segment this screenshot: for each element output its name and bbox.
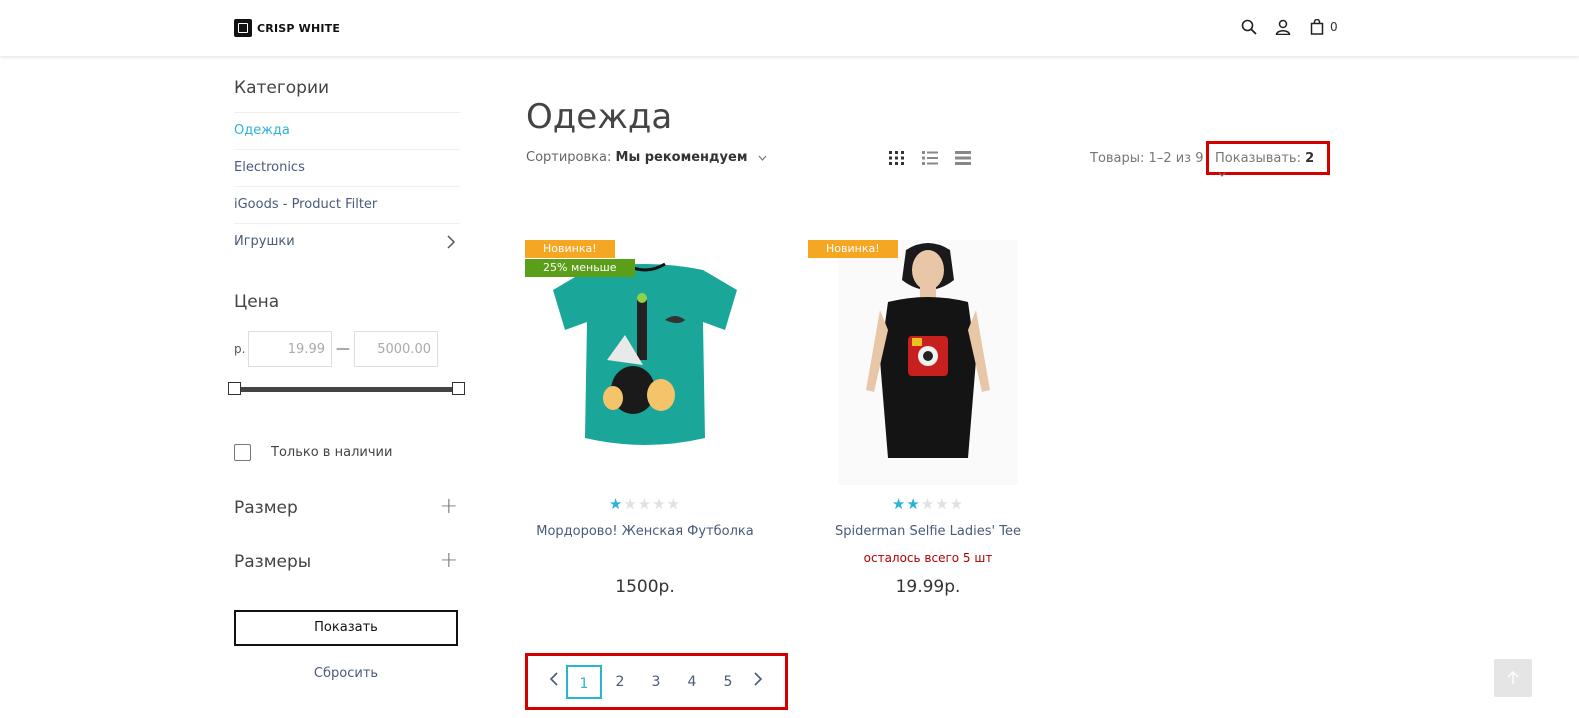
in-stock-checkbox[interactable] (234, 444, 251, 461)
in-stock-label: Только в наличии (271, 445, 393, 460)
list-view-icon[interactable] (921, 150, 939, 166)
stock-warning: осталось всего 5 шт (863, 551, 993, 565)
product-count: Товары: 1–2 из 9 (1090, 151, 1204, 166)
price-title: Цена (234, 292, 280, 312)
page-2[interactable]: 2 (602, 665, 638, 699)
next-page-icon[interactable] (746, 671, 770, 692)
prev-page-icon[interactable] (542, 671, 566, 692)
facet-size-label: Размер (234, 498, 298, 518)
price-min-input[interactable] (248, 331, 332, 367)
product-image[interactable] (808, 240, 1048, 485)
badge-new: Новинка! (808, 240, 898, 258)
sort-dropdown[interactable]: Сортировка: Мы рекомендуем (526, 150, 767, 165)
search-icon[interactable] (1240, 18, 1258, 36)
range-dash: — (336, 341, 350, 357)
scroll-to-top-button[interactable] (1494, 659, 1532, 697)
category-electronics[interactable]: Electronics (234, 150, 460, 187)
chevron-down-icon (1218, 169, 1226, 180)
cart-icon[interactable] (1308, 18, 1326, 36)
plus-icon[interactable]: + (440, 494, 458, 519)
price-slider-max-handle[interactable] (452, 382, 465, 395)
price-slider-track[interactable] (234, 387, 460, 392)
page-1[interactable]: 1 (566, 664, 602, 699)
logo-icon (234, 19, 252, 37)
chevron-down-icon (758, 153, 767, 164)
user-icon[interactable] (1274, 18, 1292, 36)
product-name[interactable]: Spiderman Selfie Ladies' Tee (808, 524, 1048, 539)
sort-label: Сортировка: (526, 150, 612, 165)
currency-label: р. (234, 342, 246, 356)
page-5[interactable]: 5 (710, 665, 746, 699)
in-stock-filter[interactable]: Только в наличии (234, 444, 392, 461)
product-name[interactable]: Мордорово! Женская Футболка (525, 524, 765, 539)
badge-new: Новинка! (525, 240, 615, 258)
logo[interactable]: CRISP WHITE (234, 19, 340, 37)
plus-icon[interactable]: + (440, 548, 458, 573)
per-page-value: 2 (1305, 151, 1315, 166)
logo-text: CRISP WHITE (257, 21, 341, 35)
per-page-dropdown[interactable]: Показывать: 2 (1206, 141, 1330, 177)
page-3[interactable]: 3 (638, 665, 674, 699)
price-max-input[interactable] (354, 331, 438, 367)
page-title: Одежда (526, 96, 673, 137)
price-range-inputs: р. — (234, 331, 438, 367)
per-page-label: Показывать: (1215, 151, 1301, 166)
rating-stars: ★★★★★ (891, 495, 965, 513)
category-igoods[interactable]: iGoods - Product Filter (234, 187, 460, 224)
product-price: 19.99р. (895, 577, 961, 597)
product-price: 1500р. (615, 577, 675, 597)
category-toys-label: Игрушки (234, 234, 295, 249)
site-header: CRISP WHITE 0 (0, 0, 1579, 56)
price-slider-min-handle[interactable] (228, 382, 241, 395)
facet-sizes[interactable]: Размеры + (234, 548, 460, 573)
reset-link[interactable]: Сбросить (234, 666, 458, 681)
facet-size[interactable]: Размер + (234, 494, 460, 519)
category-clothing[interactable]: Одежда (234, 113, 460, 150)
category-toys[interactable]: Игрушки (234, 224, 460, 260)
categories-title: Категории (234, 78, 330, 98)
pagination: 1 2 3 4 5 (525, 653, 788, 710)
cart-count: 0 (1330, 20, 1338, 34)
show-button[interactable]: Показать (234, 610, 458, 646)
sidebar: Категории Одежда Electronics iGoods - Pr… (234, 70, 460, 260)
rating-stars: ★★★★★ (608, 495, 682, 513)
arrow-up-icon (1507, 671, 1519, 684)
grid-view-icon[interactable] (888, 150, 906, 166)
table-view-icon[interactable] (954, 150, 972, 166)
facet-sizes-label: Размеры (234, 552, 312, 572)
badge-discount: 25% меньше (525, 259, 635, 277)
page-4[interactable]: 4 (674, 665, 710, 699)
sort-value: Мы рекомендуем (615, 150, 748, 165)
chevron-right-icon[interactable] (446, 224, 456, 262)
